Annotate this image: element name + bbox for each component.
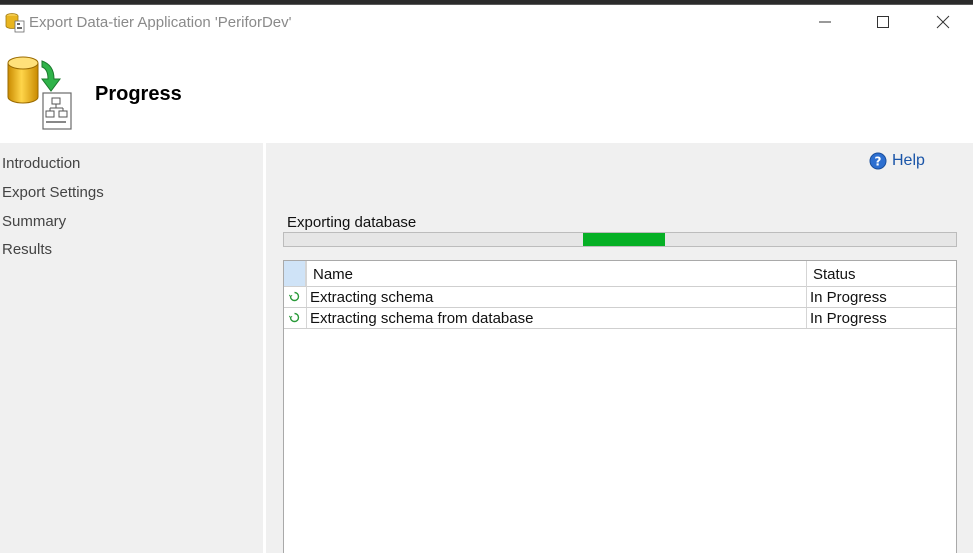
progress-bar bbox=[283, 232, 957, 247]
page-title: Progress bbox=[95, 83, 182, 105]
row-name: Extracting schema bbox=[310, 289, 434, 306]
svg-text:?: ? bbox=[875, 155, 882, 169]
maximize-icon bbox=[877, 16, 889, 28]
window-title: Export Data-tier Application 'PeriforDev… bbox=[29, 14, 292, 31]
table-row[interactable]: Extracting schema from database In Progr… bbox=[284, 308, 956, 329]
row-status: In Progress bbox=[810, 310, 887, 327]
row-name: Extracting schema from database bbox=[310, 310, 534, 327]
nav-item-introduction[interactable]: Introduction bbox=[2, 155, 80, 172]
help-link[interactable]: ? Help bbox=[869, 152, 925, 170]
minimize-icon bbox=[819, 21, 831, 23]
operation-label: Exporting database bbox=[287, 214, 417, 231]
table-row[interactable]: Extracting schema In Progress bbox=[284, 287, 956, 308]
nav-item-results[interactable]: Results bbox=[2, 241, 52, 258]
table-header: Name Status bbox=[284, 261, 956, 287]
nav-item-summary[interactable]: Summary bbox=[2, 213, 66, 230]
close-icon bbox=[936, 15, 950, 29]
column-header-name[interactable]: Name bbox=[313, 266, 353, 283]
export-dialog-window: Export Data-tier Application 'PeriforDev… bbox=[0, 4, 973, 553]
row-selector-header[interactable] bbox=[284, 261, 306, 286]
in-progress-spinner-icon bbox=[289, 291, 300, 302]
nav-item-export-settings[interactable]: Export Settings bbox=[2, 184, 104, 201]
progress-fill-marquee bbox=[583, 233, 665, 246]
help-circle-icon: ? bbox=[869, 152, 887, 170]
database-export-icon bbox=[5, 13, 25, 33]
database-to-file-icon bbox=[7, 56, 72, 130]
progress-table[interactable]: Name Status Extracting schema In Progres… bbox=[283, 260, 957, 553]
minimize-button[interactable] bbox=[796, 5, 854, 39]
in-progress-spinner-icon bbox=[289, 312, 300, 323]
help-label: Help bbox=[892, 152, 925, 169]
main-panel: ? Help Exporting database Name Status Ex… bbox=[266, 143, 973, 553]
wizard-nav: Introduction Export Settings Summary Res… bbox=[0, 143, 263, 553]
page-header: Progress bbox=[0, 41, 973, 143]
row-status: In Progress bbox=[810, 289, 887, 306]
column-header-status[interactable]: Status bbox=[813, 266, 856, 283]
maximize-button[interactable] bbox=[854, 5, 912, 39]
close-button[interactable] bbox=[914, 5, 972, 39]
title-bar[interactable]: Export Data-tier Application 'PeriforDev… bbox=[0, 5, 973, 41]
